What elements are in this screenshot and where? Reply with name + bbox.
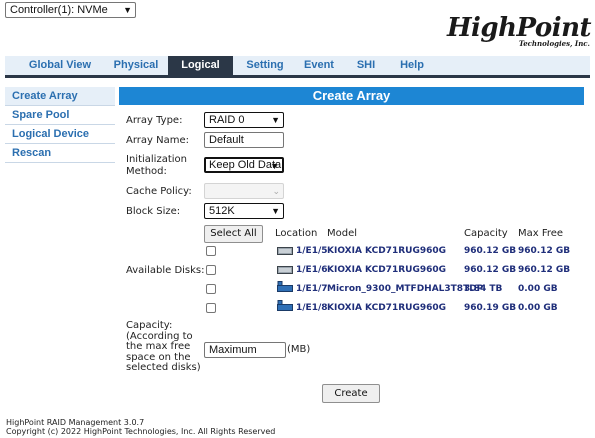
disk-max-free: 0.00 GB — [518, 303, 558, 313]
disk-location: 1/E1/8 — [296, 303, 328, 313]
disk-drive-icon — [277, 300, 293, 311]
sidebar-item-create-array[interactable]: Create Array — [5, 87, 115, 106]
header-max-free: Max Free — [518, 228, 564, 239]
cache-policy-label: Cache Policy: — [126, 186, 192, 197]
chevron-down-icon: ▼ — [271, 115, 280, 125]
panel-title: Create Array — [119, 87, 584, 105]
disk-capacity: 960.12 GB — [464, 265, 517, 275]
chevron-down-icon: ▼ — [270, 161, 279, 171]
footer: HighPoint RAID Management 3.0.7 Copyrigh… — [6, 418, 275, 436]
tab-shi[interactable]: SHI — [352, 56, 380, 75]
init-method-label-line1: Initialization — [126, 154, 187, 165]
disk-max-free: 960.12 GB — [518, 246, 571, 256]
capacity-value: Maximum — [209, 344, 257, 356]
array-type-select[interactable]: RAID 0 ▼ — [204, 112, 284, 128]
capacity-unit: (MB) — [287, 344, 311, 355]
array-name-input[interactable]: Default — [204, 132, 284, 148]
create-button[interactable]: Create — [322, 384, 380, 403]
disk-model: KIOXIA KCD71RUG960G — [327, 265, 447, 275]
disk-checkbox[interactable] — [206, 246, 216, 256]
available-disks-label: Available Disks: — [126, 265, 205, 276]
select-all-button[interactable]: Select All — [204, 225, 263, 243]
disk-checkbox[interactable] — [206, 265, 216, 275]
footer-version: HighPoint RAID Management 3.0.7 — [6, 418, 145, 427]
header-location: Location — [275, 228, 318, 239]
sidebar-item-rescan[interactable]: Rescan — [5, 144, 115, 163]
disk-model: KIOXIA KCD71RUG960G — [327, 303, 447, 313]
block-size-value: 512K — [209, 205, 235, 217]
array-name-value: Default — [209, 134, 244, 146]
disk-max-free: 0.00 GB — [518, 284, 558, 294]
tab-help[interactable]: Help — [392, 56, 432, 75]
capacity-label-line: selected disks) — [126, 362, 201, 373]
block-size-select[interactable]: 512K ▼ — [204, 203, 284, 219]
disk-max-free: 960.12 GB — [518, 265, 571, 275]
disk-checkbox[interactable] — [206, 284, 216, 294]
highpoint-logo: HighPoint Technologies, Inc. — [447, 14, 595, 52]
logo-brand: HighPoint — [446, 13, 592, 43]
capacity-label: Capacity: (According to the max free spa… — [126, 320, 201, 374]
disk-location: 1/E1/5 — [296, 246, 328, 256]
disk-capacity: 960.19 GB — [464, 303, 517, 313]
header-capacity: Capacity — [464, 228, 508, 239]
sidebar-item-spare-pool[interactable]: Spare Pool — [5, 106, 115, 125]
chevron-down-icon: ▼ — [123, 5, 132, 15]
controller-select-value: Controller(1): NVMe — [10, 4, 108, 16]
controller-select[interactable]: Controller(1): NVMe ▼ — [5, 2, 136, 18]
disk-model: Micron_9300_MTFDHAL3T8TDP — [327, 284, 484, 294]
header-model: Model — [327, 228, 358, 239]
disk-model: KIOXIA KCD71RUG960G — [327, 246, 447, 256]
disk-capacity: 960.12 GB — [464, 246, 517, 256]
block-size-label: Block Size: — [126, 206, 181, 217]
disk-location: 1/E1/7 — [296, 284, 328, 294]
array-type-value: RAID 0 — [209, 114, 245, 126]
chevron-down-icon: ▼ — [271, 206, 280, 216]
tab-global-view[interactable]: Global View — [15, 56, 105, 75]
capacity-input[interactable]: Maximum — [204, 342, 286, 358]
array-type-label: Array Type: — [126, 115, 183, 126]
init-method-label-line2: Method: — [126, 166, 167, 177]
disk-drive-icon — [277, 281, 293, 292]
disk-location: 1/E1/6 — [296, 265, 328, 275]
array-name-label: Array Name: — [126, 135, 189, 146]
disk-capacity: 3.84 TB — [464, 284, 503, 294]
tab-setting[interactable]: Setting — [239, 56, 291, 75]
init-method-label: Initialization Method: — [126, 154, 187, 178]
capacity-label-line: Capacity: — [126, 320, 173, 331]
cache-policy-select[interactable]: ⌄ — [204, 183, 284, 199]
tab-logical[interactable]: Logical — [168, 56, 233, 75]
tab-event[interactable]: Event — [299, 56, 339, 75]
main-nav: Global View Physical Logical Setting Eve… — [5, 56, 590, 78]
footer-copyright: Copyright (c) 2022 HighPoint Technologie… — [6, 427, 276, 436]
chevron-down-icon: ⌄ — [272, 186, 280, 196]
capacity-label-line: the max free — [126, 341, 191, 352]
ssd-drive-icon — [277, 266, 293, 274]
sidebar: Create Array Spare Pool Logical Device R… — [5, 87, 115, 163]
sidebar-item-logical-device[interactable]: Logical Device — [5, 125, 115, 144]
ssd-drive-icon — [277, 247, 293, 255]
logo-tagline: Technologies, Inc. — [518, 39, 590, 48]
init-method-select[interactable]: Keep Old Data ▼ — [204, 157, 284, 173]
disk-checkbox[interactable] — [206, 303, 216, 313]
tab-physical[interactable]: Physical — [110, 56, 162, 75]
